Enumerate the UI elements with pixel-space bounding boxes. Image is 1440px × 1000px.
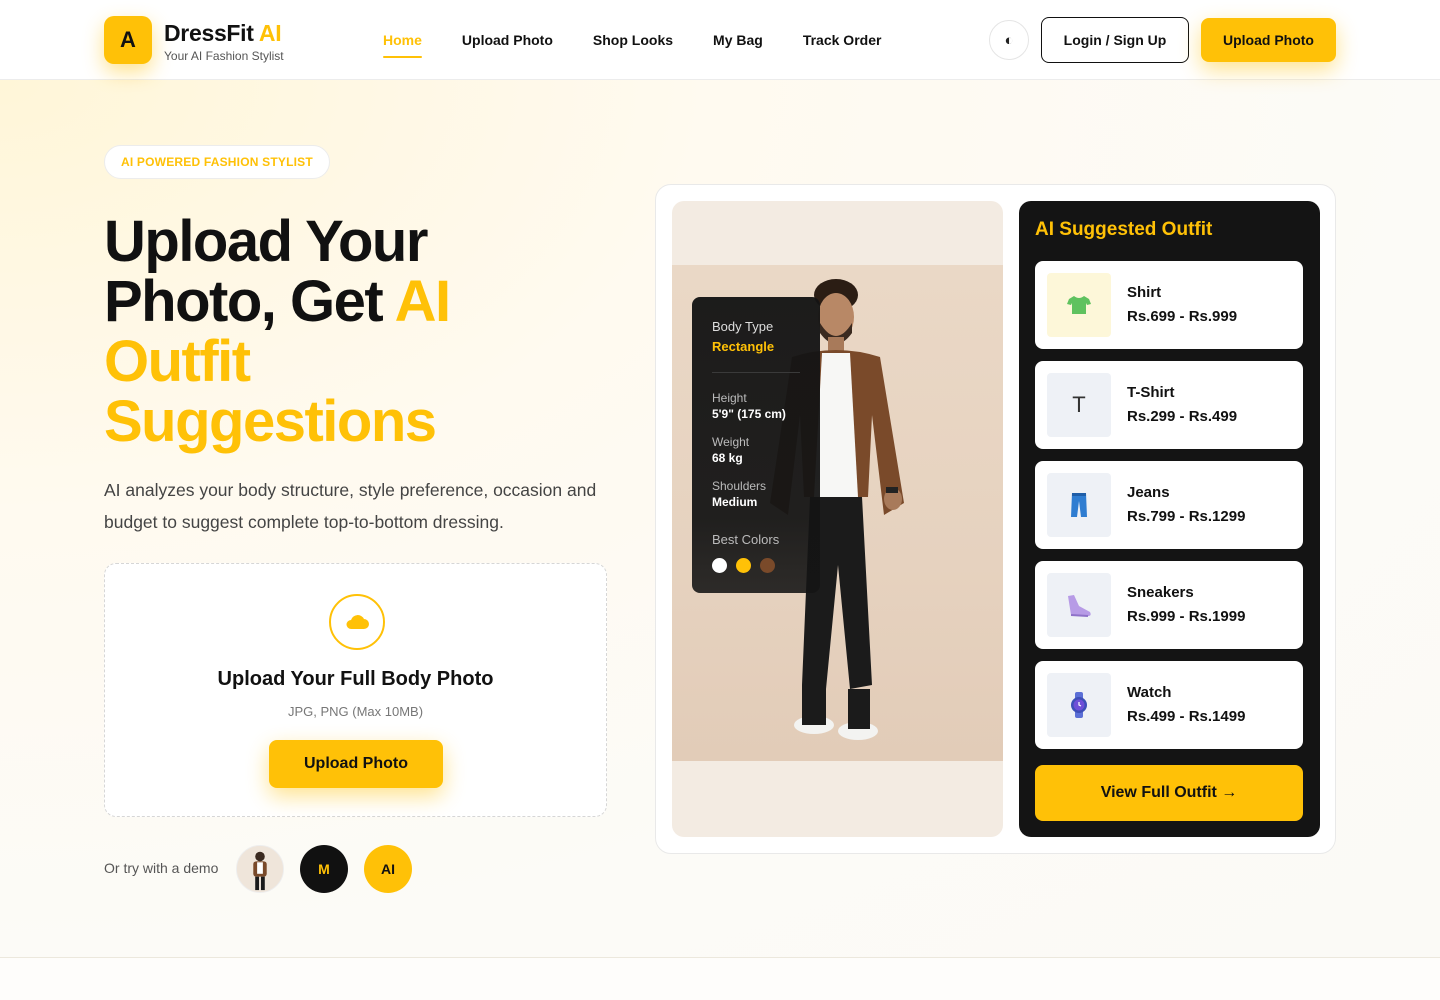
- theme-toggle-button[interactable]: ◐: [989, 20, 1029, 60]
- body-analysis-overlay: Body Type Rectangle Height 5'9" (175 cm)…: [692, 297, 820, 593]
- brand-tagline: Your AI Fashion Stylist: [164, 49, 284, 63]
- hero-title: Upload Your Photo, Get AI Outfit Suggest…: [104, 212, 624, 452]
- weight-value: 68 kg: [712, 451, 743, 465]
- outfit-item-price: Rs.499 - Rs.1499: [1127, 708, 1246, 725]
- outfit-item-shirt[interactable]: Shirt Rs.699 - Rs.999: [1035, 261, 1303, 349]
- outfit-item-name: T-Shirt: [1127, 384, 1175, 401]
- outfit-item-name: Shirt: [1127, 284, 1162, 301]
- upload-icon-circle: [329, 594, 385, 650]
- hero-description: AI analyzes your body structure, style p…: [104, 480, 597, 532]
- outfit-item-price: Rs.299 - Rs.499: [1127, 408, 1238, 425]
- body-type-value: Rectangle: [712, 339, 775, 354]
- upload-dropzone[interactable]: Upload Your Full Body Photo JPG, PNG (Ma…: [104, 563, 607, 817]
- brand[interactable]: DressFit AI Your AI Fashion Stylist: [164, 20, 284, 63]
- brand-name: DressFit AI: [164, 20, 284, 47]
- model-photo-panel: Body Type Rectangle Height 5'9" (175 cm)…: [672, 201, 1003, 837]
- hero-title-accent-ai: AI: [394, 269, 452, 334]
- outfit-preview-card: Body Type Rectangle Height 5'9" (175 cm)…: [655, 184, 1336, 854]
- upload-photo-button[interactable]: Upload Photo: [269, 740, 443, 788]
- outfit-item-price: Rs.999 - Rs.1999: [1127, 608, 1246, 625]
- login-signup-button[interactable]: Login / Sign Up: [1041, 17, 1189, 63]
- hero-title-accent-outfit: Outfit: [104, 329, 251, 394]
- outfit-item-price: Rs.799 - Rs.1299: [1127, 508, 1246, 525]
- demo-label: Or try with a demo: [104, 860, 219, 876]
- logo-mark[interactable]: A: [104, 16, 152, 64]
- jeans-icon: [1047, 473, 1111, 537]
- main-nav: Home Upload Photo Shop Looks My Bag Trac…: [383, 0, 921, 80]
- hero-badge: AI POWERED FASHION STYLIST: [104, 145, 330, 179]
- outfit-item-sneakers[interactable]: Sneakers Rs.999 - Rs.1999: [1035, 561, 1303, 649]
- next-section: [0, 958, 1440, 1000]
- color-swatch-white: [712, 558, 727, 573]
- demo-avatar-photo[interactable]: [236, 845, 284, 893]
- hero-title-line2: Photo, Get: [104, 269, 395, 334]
- hero-title-accent-suggestions: Suggestions: [104, 389, 437, 454]
- outfit-item-jeans[interactable]: Jeans Rs.799 - Rs.1299: [1035, 461, 1303, 549]
- contrast-icon: ◐: [1004, 31, 1014, 49]
- weight-label: Weight: [712, 435, 750, 449]
- view-full-outfit-button[interactable]: View Full Outfit →: [1035, 765, 1303, 821]
- outfit-item-watch[interactable]: Watch Rs.499 - Rs.1499: [1035, 661, 1303, 749]
- demo-avatar-ai[interactable]: AI: [364, 845, 412, 893]
- height-value: 5'9" (175 cm): [712, 407, 786, 421]
- cloud-icon: [346, 615, 369, 629]
- outfit-item-name: Watch: [1127, 684, 1172, 701]
- overlay-divider: [712, 372, 800, 373]
- demo-avatar-m[interactable]: M: [300, 845, 348, 893]
- sneaker-icon: [1047, 573, 1111, 637]
- nav-my-bag[interactable]: My Bag: [713, 24, 763, 56]
- suggested-outfit-panel: AI Suggested Outfit Shirt Rs.699 - Rs.99…: [1019, 201, 1320, 837]
- brand-name-text: DressFit: [164, 20, 254, 46]
- nav-track-order[interactable]: Track Order: [803, 24, 882, 56]
- color-swatch-yellow: [736, 558, 751, 573]
- header-upload-photo-button[interactable]: Upload Photo: [1201, 18, 1336, 62]
- nav-home[interactable]: Home: [383, 24, 422, 58]
- suggested-outfit-title: AI Suggested Outfit: [1035, 219, 1213, 240]
- nav-upload-photo[interactable]: Upload Photo: [462, 24, 553, 56]
- outfit-item-name: Sneakers: [1127, 584, 1194, 601]
- upload-card-title: Upload Your Full Body Photo: [217, 668, 494, 690]
- brand-name-accent: AI: [258, 20, 282, 46]
- body-type-label: Body Type: [712, 319, 774, 334]
- shoulders-label: Shoulders: [712, 479, 767, 493]
- nav-shop-looks[interactable]: Shop Looks: [593, 24, 673, 56]
- tshirt-icon: [1047, 273, 1111, 337]
- outfit-item-name: Jeans: [1127, 484, 1170, 501]
- outfit-item-tshirt[interactable]: T T-Shirt Rs.299 - Rs.499: [1035, 361, 1303, 449]
- best-colors-label: Best Colors: [712, 532, 780, 547]
- outfit-item-price: Rs.699 - Rs.999: [1127, 308, 1238, 325]
- site-header: A DressFit AI Your AI Fashion Stylist Ho…: [0, 0, 1440, 80]
- hero-title-line1: Upload Your: [104, 209, 428, 274]
- watch-icon: [1047, 673, 1111, 737]
- person-thumbnail-icon: [237, 846, 283, 892]
- shoulders-value: Medium: [712, 495, 758, 509]
- t-letter-icon: T: [1047, 373, 1111, 437]
- upload-card-formats: JPG, PNG (Max 10MB): [287, 704, 424, 719]
- height-label: Height: [712, 391, 747, 405]
- color-swatch-brown: [760, 558, 775, 573]
